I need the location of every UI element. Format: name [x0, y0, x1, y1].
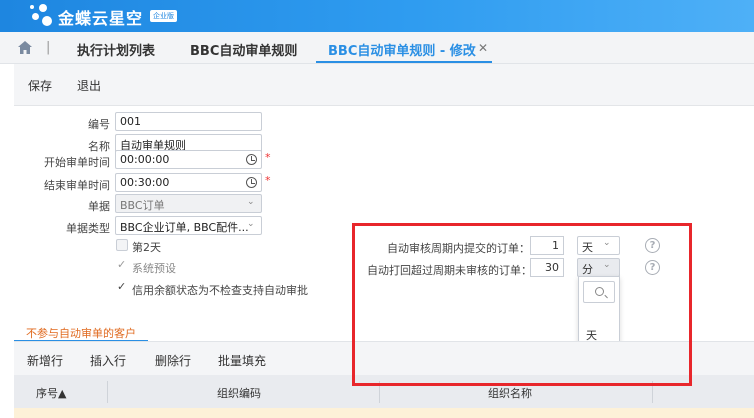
next-day-checkbox[interactable]	[116, 239, 128, 251]
submit-unit-value: 天	[582, 241, 593, 254]
system-preset-checkbox[interactable]: ✓	[117, 258, 126, 271]
grid-header: 序号▲ 组织编码 组织名称	[14, 375, 754, 408]
tab-bbc-rules[interactable]: BBC自动审单规则	[190, 40, 297, 59]
clock-icon[interactable]	[246, 177, 257, 188]
brand-name: 金蝶云星空	[58, 9, 144, 28]
credit-check-checkbox[interactable]: ✓	[117, 280, 126, 293]
dropdown-search-input[interactable]	[583, 281, 615, 303]
column-divider	[379, 381, 380, 403]
edition-badge: 企业版	[150, 10, 177, 22]
grid-toolbar: 新增行 插入行 删除行 批量填充	[14, 342, 754, 375]
insert-row-button[interactable]: 插入行	[90, 352, 126, 369]
search-icon	[595, 287, 604, 296]
clock-icon[interactable]	[246, 154, 257, 165]
reject-cycle-input[interactable]: 30	[530, 258, 564, 277]
tab-separator: |	[46, 40, 51, 55]
brand-logo-icon	[30, 4, 54, 28]
reject-unit-value: 分	[582, 263, 593, 276]
end-time-field[interactable]: 00:30:00	[115, 173, 262, 192]
help-icon[interactable]: ?	[645, 260, 660, 275]
credit-check-label: 信用余额状态为不检查支持自动审批	[132, 284, 308, 297]
app-header: 金蝶云星空 企业版	[0, 0, 754, 32]
required-mark: *	[265, 151, 271, 164]
main-toolbar: 保存 退出	[14, 64, 754, 106]
name-label: 名称	[88, 140, 110, 153]
column-seq[interactable]: 序号▲	[36, 385, 66, 401]
exit-button[interactable]: 退出	[77, 77, 101, 94]
start-time-label: 开始审单时间	[44, 156, 110, 169]
code-field[interactable]: 001	[115, 112, 262, 131]
help-icon[interactable]: ?	[645, 238, 660, 253]
code-label: 编号	[88, 118, 110, 131]
column-org-name[interactable]: 组织名称	[488, 385, 532, 401]
chevron-down-icon[interactable]: ⌄	[247, 197, 255, 207]
column-divider	[652, 381, 653, 403]
delete-row-button[interactable]: 删除行	[155, 352, 191, 369]
close-tab-icon[interactable]: ✕	[478, 41, 488, 55]
excluded-customers-tab[interactable]: 不参与自动审单的客户	[14, 320, 148, 342]
doctype-label: 单据类型	[66, 222, 110, 235]
required-mark: *	[265, 174, 271, 187]
chevron-down-icon[interactable]: ⌄	[247, 219, 255, 229]
submit-unit-select[interactable]: 天	[577, 236, 620, 255]
submit-cycle-label: 自动审核周期内提交的订单：	[387, 242, 530, 255]
column-divider	[107, 381, 108, 403]
document-label: 单据	[88, 200, 110, 213]
table-row[interactable]	[14, 408, 754, 418]
reject-unit-select[interactable]: 分	[577, 258, 620, 277]
column-org-code[interactable]: 组织编码	[217, 385, 261, 401]
tab-bbc-rules-edit[interactable]: BBC自动审单规则 - 修改	[328, 40, 476, 59]
next-day-label: 第2天	[132, 241, 161, 254]
document-select[interactable]: BBC订单	[115, 194, 262, 213]
tab-bar: | 执行计划列表 BBC自动审单规则 BBC自动审单规则 - 修改 ✕	[0, 32, 754, 64]
chevron-down-icon[interactable]: ⌄	[603, 238, 611, 248]
reject-cycle-label: 自动打回超过周期未审核的订单：	[367, 264, 532, 277]
home-icon[interactable]	[18, 41, 32, 54]
doctype-select[interactable]: BBC企业订单, BBC配件...	[115, 216, 262, 235]
add-row-button[interactable]: 新增行	[27, 352, 63, 369]
batch-fill-button[interactable]: 批量填充	[218, 352, 266, 369]
chevron-down-icon[interactable]: ⌄	[603, 260, 611, 270]
submit-cycle-input[interactable]: 1	[530, 236, 564, 255]
active-tab-indicator	[316, 61, 492, 63]
end-time-label: 结束审单时间	[44, 179, 110, 192]
save-button[interactable]: 保存	[28, 77, 52, 94]
tab-plan-list[interactable]: 执行计划列表	[77, 40, 155, 59]
start-time-field[interactable]: 00:00:00	[115, 150, 262, 169]
system-preset-label: 系统预设	[132, 262, 176, 275]
